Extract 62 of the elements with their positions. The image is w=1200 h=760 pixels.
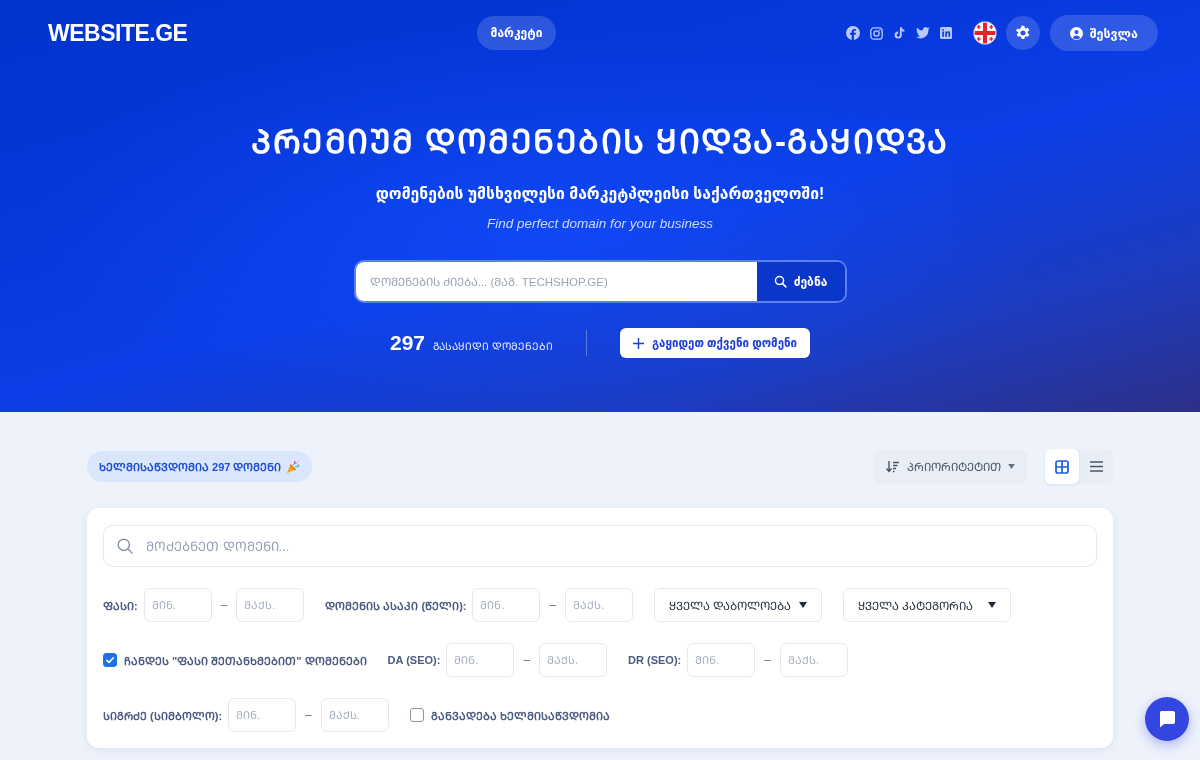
tiktok-icon[interactable] xyxy=(892,26,906,40)
hero-subtitle: დომენების უმსხვილესი მარკეტპლეისი საქართველოში! xyxy=(375,184,825,205)
nav-button[interactable]: მარკეტი xyxy=(476,16,557,50)
settings-icon xyxy=(1014,25,1031,41)
twitter-icon[interactable] xyxy=(915,27,930,39)
range-dash: – xyxy=(304,708,313,722)
max-input[interactable]: ᲛᲐᲥᲡ. xyxy=(539,643,608,677)
caret-icon xyxy=(1008,464,1015,469)
range-dash: – xyxy=(763,653,772,667)
search-icon xyxy=(117,538,133,554)
checkbox-label: ᲩᲐᲜᲓᲔᲡ "ᲤᲐᲡᲘ ᲨᲔᲗᲐᲜᲮᲛᲔᲑᲘᲗ" ᲓᲝᲛᲔᲜᲔᲑᲘ xyxy=(124,653,367,668)
filter-select[interactable]: ᲧᲕᲔᲚᲐ ᲙᲐᲢᲔᲒᲝᲠᲘᲐ xyxy=(843,588,1012,622)
max-input[interactable]: ᲛᲐᲥᲡ. xyxy=(779,643,848,677)
search-button[interactable]: ძებნა xyxy=(756,262,845,301)
filter-label: ᲤᲐᲡᲘ: xyxy=(103,598,138,613)
sell-domain-button[interactable]: გაყიდეთ თქვენი დომენი xyxy=(619,328,811,358)
login-button[interactable]: შესვლა xyxy=(1049,15,1158,51)
logo[interactable]: WEBSITE.GE xyxy=(48,19,188,47)
checkbox-label: ᲒᲐᲜᲕᲐᲓᲔᲑᲐ ᲮᲔᲚᲛᲘᲡᲐᲬᲕᲓᲝᲛᲘᲐ xyxy=(430,708,610,723)
checkbox[interactable] xyxy=(409,708,424,722)
hero-tagline: Find perfect domain for your business xyxy=(487,215,713,233)
facebook-icon[interactable] xyxy=(845,26,860,40)
domain-count: 297 xyxy=(389,331,425,355)
min-input[interactable]: ᲛᲘᲜ. xyxy=(446,643,515,677)
linkedin-icon[interactable] xyxy=(939,27,952,39)
flag-icon[interactable] xyxy=(972,21,997,45)
chat-icon xyxy=(1157,709,1177,729)
min-input[interactable]: ᲛᲘᲜ. xyxy=(228,698,297,732)
filter-label: DR (SEO): xyxy=(628,654,682,666)
range-dash: – xyxy=(522,653,532,667)
checkbox[interactable] xyxy=(103,653,117,667)
domain-count-label: ᲒᲐᲡᲐᲧᲘᲓᲘ ᲓᲝᲛᲔᲜᲔᲑᲘ xyxy=(433,339,553,353)
sort-dropdown[interactable]: ᲞᲠᲘᲝᲠᲘᲢᲔᲢᲘᲗ xyxy=(874,449,1027,484)
available-count-text: ᲮᲔᲚᲛᲘᲡᲐᲬᲕᲓᲝᲛᲘᲐ 297 ᲓᲝᲛᲔᲜᲘ xyxy=(99,460,282,474)
grid-view-button[interactable] xyxy=(1045,449,1079,484)
filter-label: DA (SEO): xyxy=(387,654,441,666)
domain-filter-search-field[interactable]: ᲛᲝᲫᲔᲑᲜᲔᲗ ᲓᲝᲛᲔᲜᲘ... xyxy=(103,525,1097,567)
min-input[interactable]: ᲛᲘᲜ. xyxy=(143,588,212,622)
instagram-icon[interactable] xyxy=(869,26,883,40)
grid-icon xyxy=(1055,459,1069,474)
caret-icon xyxy=(988,602,997,608)
range-dash: – xyxy=(219,598,229,612)
chat-button[interactable] xyxy=(1145,697,1189,741)
min-input[interactable]: ᲛᲘᲜ. xyxy=(472,588,541,622)
domain-search-field[interactable]: ᲓᲝᲛᲔᲜᲔᲑᲘᲡ ᲫᲘᲔᲑᲐ... (ᲛᲐᲒ. TECHSHOP.GE) xyxy=(355,262,757,301)
plus-icon xyxy=(632,337,644,349)
search-icon xyxy=(773,275,787,288)
max-input[interactable]: ᲛᲐᲥᲡ. xyxy=(236,588,305,622)
sort-icon xyxy=(886,460,900,473)
caret-icon xyxy=(799,602,808,608)
range-dash: – xyxy=(548,598,558,612)
user-icon xyxy=(1069,26,1083,40)
party-popper-icon xyxy=(286,459,301,474)
filter-label: ᲡᲘᲒᲠᲫᲔ (ᲡᲘᲛᲑᲝᲚᲝ): xyxy=(103,708,223,723)
list-icon xyxy=(1089,461,1103,472)
settings-button[interactable] xyxy=(1005,16,1040,50)
max-input[interactable]: ᲛᲐᲥᲡ. xyxy=(565,588,634,622)
filter-label: ᲓᲝᲛᲔᲜᲘᲡ ᲐᲡᲐᲙᲘ (ᲬᲔᲚᲘ): xyxy=(325,598,467,613)
max-input[interactable]: ᲛᲐᲥᲡ. xyxy=(320,698,389,732)
filter-select[interactable]: ᲧᲕᲔᲚᲐ ᲓᲐᲑᲝᲚᲝᲔᲑᲐ xyxy=(654,588,823,622)
min-input[interactable]: ᲛᲘᲜ. xyxy=(687,643,756,677)
hero-title: ᲞᲠᲔᲛᲘᲣᲛ ᲓᲝᲛᲔᲜᲔᲑᲘᲡ ᲧᲘᲓᲕᲐ-ᲒᲐᲧᲘᲓᲕᲐ xyxy=(251,122,949,162)
